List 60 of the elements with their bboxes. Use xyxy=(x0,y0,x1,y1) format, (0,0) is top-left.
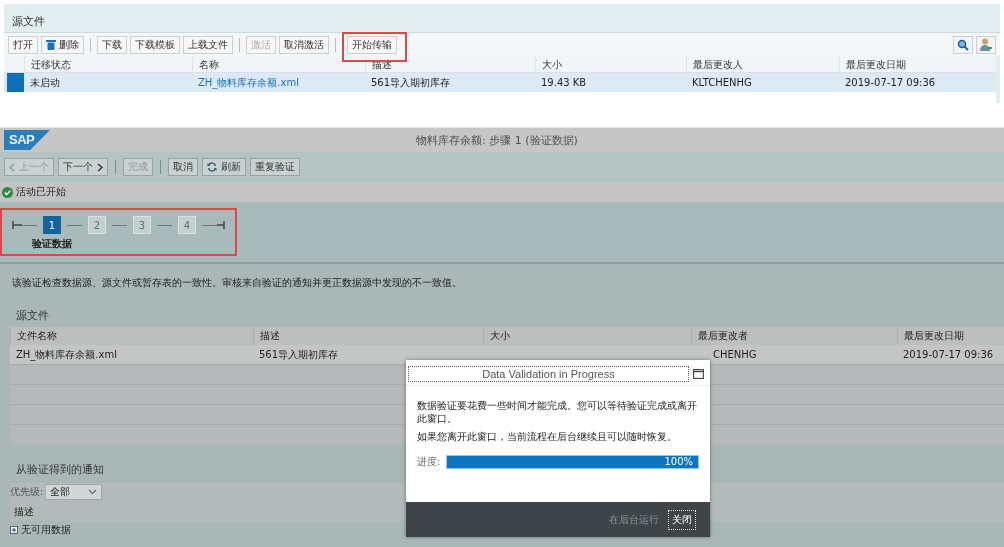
notification-text: 无可用数据 xyxy=(21,524,71,536)
logo: SAP xyxy=(4,130,50,150)
search-icon xyxy=(957,38,969,51)
file-link[interactable]: ZH_物料库存余额.xml xyxy=(192,75,365,90)
expand-icon[interactable] xyxy=(10,526,18,534)
dialog-text: 数据验证要花费一些时间才能完成。您可以等待验证完成或离开此窗口。 xyxy=(417,399,698,425)
toolbar-button[interactable]: 上载文件 xyxy=(183,35,233,54)
panel-title: 源文件 xyxy=(11,14,46,30)
column-header: 描述 xyxy=(253,329,483,343)
toolbar-button[interactable]: 打开 xyxy=(8,35,38,54)
table-cell-text: 2019-07-17 09:36 xyxy=(902,349,995,360)
toolbar-button[interactable]: 下载 xyxy=(97,35,127,54)
start-marker-icon xyxy=(12,220,22,230)
dialog-text: 如果您离开此窗口，当前流程在后台继续且可以随时恢复。 xyxy=(417,430,678,443)
toolbar-button[interactable]: 开始传输 xyxy=(347,35,397,54)
table-cell-text: 未启动 xyxy=(29,75,61,90)
trash-icon xyxy=(46,39,56,50)
status-message: 活动已开始 xyxy=(16,185,66,199)
table-cell-text: 561导入期初库存 xyxy=(370,75,452,90)
table-cell-text: 2019-07-17 09:36 xyxy=(844,77,937,88)
chevron-left-icon xyxy=(9,162,15,172)
table-row[interactable]: 未启动 ZH_物料库存余额.xml 561导入期初库存 19.43 KB KLTCHENHG 2019-07-17 09:36 xyxy=(4,73,996,92)
window-title: 物料库存余额: 步骤 1 (验证数据) xyxy=(415,132,579,148)
column-header: 最后更改者 xyxy=(691,329,897,343)
table-cell-text: 19.43 KB xyxy=(540,77,588,88)
priority-dropdown[interactable]: 全部 xyxy=(45,484,103,500)
table-cell-text: 561导入期初库存 xyxy=(258,347,340,362)
close-button[interactable]: 关闭 xyxy=(668,509,696,530)
toolbar-button[interactable]: 重复验证 xyxy=(250,158,300,176)
column-header: 文件名称 xyxy=(10,329,253,343)
step-marker[interactable]: 1 xyxy=(43,216,61,234)
step-label: 验证数据 xyxy=(32,237,72,251)
section-title: 从验证得到的通知 xyxy=(15,462,105,478)
table-cell-text: ZH_物料库存余额.xml xyxy=(15,347,118,362)
toolbar-button[interactable]: 取消 xyxy=(168,158,198,176)
description-text: 该验证检查数据源、源文件或暂存表的一致性。审核来自验证的通知并更正数据源中发现的不一致值。 xyxy=(11,276,463,290)
search-button[interactable] xyxy=(953,35,973,54)
progress-label: 进度: xyxy=(417,455,441,469)
delete-button[interactable]: 删除 xyxy=(41,35,84,54)
table-cell-text: CHENHG xyxy=(712,349,758,360)
table-cell-text: KLTCHENHG xyxy=(691,77,753,88)
end-marker-icon xyxy=(217,220,225,230)
check-icon xyxy=(2,186,13,198)
refresh-button[interactable]: 刷新 xyxy=(202,158,246,176)
user-button[interactable] xyxy=(976,35,996,54)
chevron-right-icon xyxy=(97,162,103,172)
toolbar-button[interactable]: 下载模板 xyxy=(130,35,180,54)
dialog-title: Data Validation in Progress xyxy=(408,366,689,382)
toolbar-button[interactable]: 取消激活 xyxy=(279,35,329,54)
next-button[interactable]: 下一个 xyxy=(58,158,108,176)
maximize-icon[interactable] xyxy=(693,369,704,379)
progress-reading: 100% xyxy=(664,456,693,468)
section-title: 源文件 xyxy=(15,308,50,324)
person-icon xyxy=(980,38,992,51)
column-header: 最后更改日期 xyxy=(897,329,1004,343)
column-header: 描述 xyxy=(14,506,34,517)
column-header: 大小 xyxy=(483,329,691,343)
caret-icon xyxy=(88,489,98,495)
priority-label: 优先级: xyxy=(10,485,44,499)
refresh-icon xyxy=(207,162,217,172)
